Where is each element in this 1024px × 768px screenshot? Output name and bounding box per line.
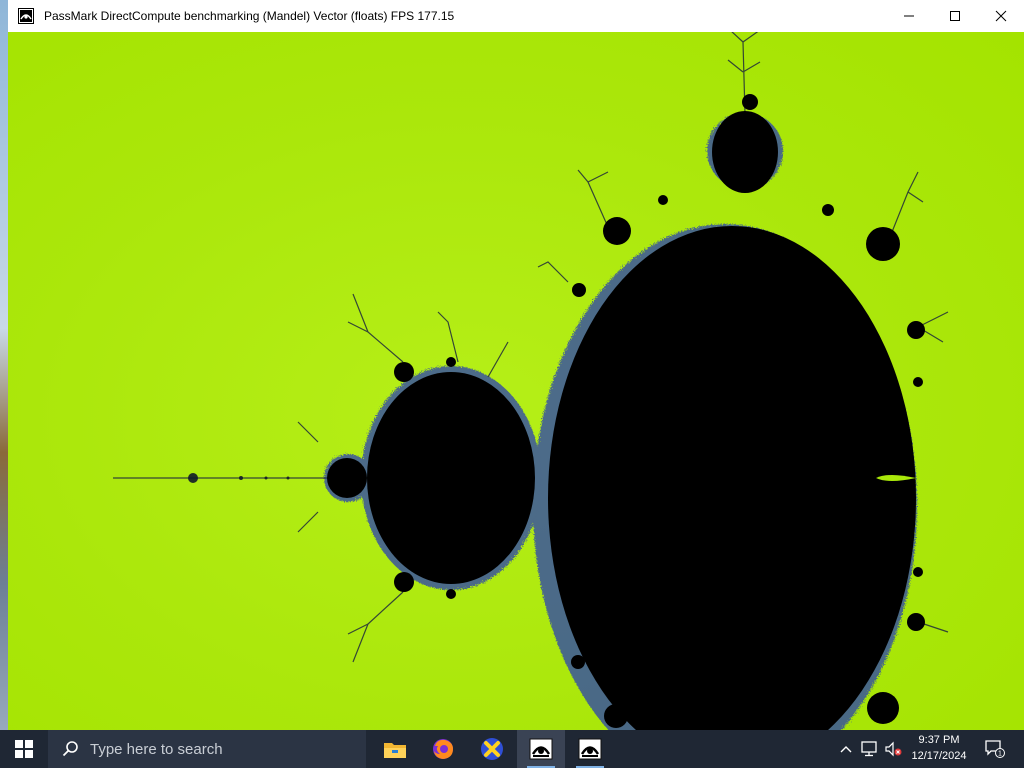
taskbar-app-firefox[interactable] <box>419 730 467 768</box>
windows-logo-icon <box>15 740 33 758</box>
clock-time: 9:37 PM <box>918 734 960 746</box>
close-button[interactable] <box>978 0 1024 32</box>
taskbar-app-passmark-1[interactable] <box>517 730 565 768</box>
volume-status[interactable] <box>882 730 904 768</box>
taskbar-app-file-explorer[interactable] <box>371 730 419 768</box>
search-icon <box>62 741 78 757</box>
window-title: PassMark DirectCompute benchmarking (Man… <box>44 9 455 23</box>
chevron-up-icon <box>840 746 852 753</box>
system-clock[interactable]: 9:37 PM 12/17/2024 <box>904 732 974 764</box>
mandelbrot-render <box>113 32 949 730</box>
window-titlebar[interactable]: PassMark DirectCompute benchmarking (Man… <box>8 0 1024 32</box>
notification-icon: 1 <box>985 740 1005 758</box>
clock-date: 12/17/2024 <box>911 750 967 762</box>
search-placeholder: Type here to search <box>90 740 223 758</box>
network-status[interactable] <box>858 730 880 768</box>
app-window: PassMark DirectCompute benchmarking (Man… <box>8 0 1024 730</box>
show-hidden-icons-button[interactable] <box>836 730 856 768</box>
taskbar-app-passmark-2[interactable] <box>566 730 614 768</box>
maximize-icon <box>950 11 960 21</box>
taskbar-search[interactable]: Type here to search <box>48 730 366 768</box>
passmark-icon <box>578 738 602 760</box>
minimize-button[interactable] <box>886 0 932 32</box>
start-button[interactable] <box>0 730 48 768</box>
notification-count: 1 <box>998 751 1002 758</box>
close-icon <box>995 10 1007 22</box>
minimize-icon <box>904 15 914 17</box>
file-explorer-icon <box>384 743 406 758</box>
passmark-app-icon <box>18 8 34 24</box>
taskbar-app-xfinity[interactable] <box>468 730 516 768</box>
passmark-icon <box>529 738 553 760</box>
firefox-icon <box>433 739 453 759</box>
xfinity-icon <box>481 738 503 760</box>
network-icon <box>861 741 877 757</box>
taskbar: Type here to search 9:37 PM 12/17/2024 1 <box>0 730 1024 768</box>
maximize-button[interactable] <box>932 0 978 32</box>
volume-muted-icon <box>885 741 902 757</box>
action-center-button[interactable]: 1 <box>980 730 1010 768</box>
fractal-canvas <box>8 32 1024 730</box>
